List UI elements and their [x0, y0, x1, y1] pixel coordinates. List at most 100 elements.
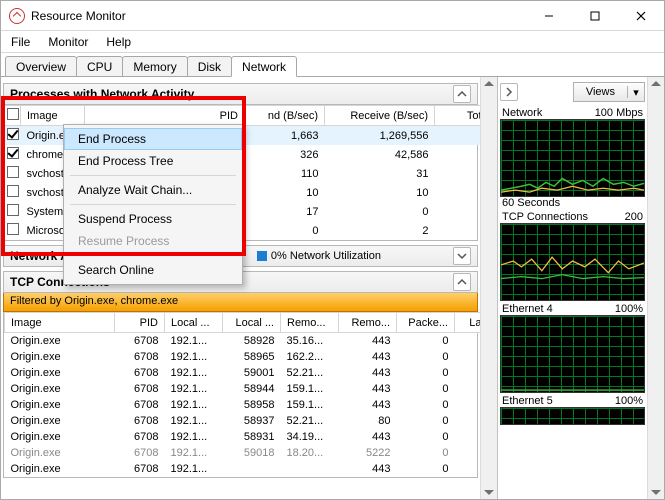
chevron-up-icon[interactable] — [453, 273, 471, 291]
graph-eth5: Ethernet 5100% — [500, 395, 645, 425]
scrollbar-right[interactable] — [647, 77, 664, 499]
col-image[interactable]: Image — [21, 106, 85, 126]
cell-remoteport: 443 — [339, 333, 397, 350]
cell-localaddr: 192.1... — [165, 413, 223, 429]
cell-remoteaddr: 18.20... — [281, 445, 339, 461]
row-checkbox[interactable] — [7, 185, 19, 197]
row-checkbox[interactable] — [7, 223, 19, 235]
cell-packetloss: 0 — [397, 461, 455, 477]
graph-tcp: TCP Connections200 — [500, 211, 645, 301]
cell-image: Origin.exe — [5, 413, 115, 429]
ctx-analyze-wait-chain[interactable]: Analyze Wait Chain... — [64, 179, 242, 201]
cell-latency: 115 — [455, 365, 481, 381]
cell-localport: 59001 — [223, 365, 281, 381]
tcp-col-image[interactable]: Image — [5, 313, 115, 333]
cell-total: 42,912 — [435, 145, 481, 164]
tab-cpu[interactable]: CPU — [76, 56, 123, 77]
cell-latency: 158 — [455, 333, 481, 350]
tcp-col-pid[interactable]: PID — [115, 313, 165, 333]
cell-image: Origin.exe — [5, 461, 115, 477]
cell-send: 1,663 — [245, 126, 325, 146]
col-pid[interactable]: PID — [85, 106, 245, 126]
table-row[interactable]: Origin.exe6708192.1...5893752.21...80011… — [5, 413, 481, 429]
cell-remoteport: 443 — [339, 397, 397, 413]
cell-pid: 6708 — [115, 429, 165, 445]
tcp-col-remoteaddr[interactable]: Remo... — [281, 313, 339, 333]
tcp-col-localport[interactable]: Local ... — [223, 313, 281, 333]
table-row[interactable]: Origin.exe6708192.1...4430110 — [5, 461, 481, 477]
scrollbar-left[interactable] — [480, 77, 497, 499]
table-row[interactable]: Origin.exe6708192.1...58958159.1...44301… — [5, 397, 481, 413]
chevron-right-icon[interactable] — [500, 83, 518, 101]
cell-latency: 140 — [455, 349, 481, 365]
cell-latency: 114 — [455, 381, 481, 397]
close-button[interactable] — [618, 1, 664, 31]
cell-localport: 58944 — [223, 381, 281, 397]
ctx-end-process[interactable]: End Process — [64, 128, 242, 150]
cell-remoteport: 443 — [339, 349, 397, 365]
minimize-button[interactable] — [526, 1, 572, 31]
cell-send: 10 — [245, 183, 325, 202]
cell-localport: 58965 — [223, 349, 281, 365]
col-checkbox[interactable] — [5, 106, 21, 126]
cell-pid: 6708 — [115, 461, 165, 477]
menu-file[interactable]: File — [9, 33, 32, 51]
cell-recv: 31 — [325, 164, 435, 183]
dropdown-icon: ▾ — [628, 86, 644, 99]
cell-remoteport: 443 — [339, 429, 397, 445]
cell-packetloss: 0 — [397, 333, 455, 350]
row-checkbox[interactable] — [7, 128, 19, 140]
right-pane: Views ▾ Network100 Mbps 60 Seconds TCP C… — [497, 77, 647, 499]
menu-help[interactable]: Help — [104, 33, 133, 51]
maximize-button[interactable] — [572, 1, 618, 31]
table-row[interactable]: Origin.exe6708192.1...58944159.1...44301… — [5, 381, 481, 397]
cell-image: Origin.exe — [5, 381, 115, 397]
chevron-up-icon[interactable] — [453, 85, 471, 103]
menu-monitor[interactable]: Monitor — [46, 33, 90, 51]
cell-remoteaddr — [281, 461, 339, 477]
cell-remoteport: 443 — [339, 461, 397, 477]
table-row[interactable]: Origin.exe6708192.1...5892835.16...44301… — [5, 333, 481, 350]
cell-recv: 1,269,556 — [325, 126, 435, 146]
table-row[interactable]: Origin.exe6708192.1...58965162.2...44301… — [5, 349, 481, 365]
table-row[interactable]: Origin.exe6708192.1...5900152.21...44301… — [5, 365, 481, 381]
tcp-table: Image PID Local ... Local ... Remo... Re… — [4, 312, 480, 477]
tcp-col-packetloss[interactable]: Packe... — [397, 313, 455, 333]
graph-right: 200 — [625, 211, 643, 223]
tab-overview[interactable]: Overview — [5, 56, 77, 77]
table-row[interactable]: Origin.exe6708192.1...5901818.20...52220… — [5, 445, 481, 461]
cell-localport: 58928 — [223, 333, 281, 350]
cell-image: Origin.exe — [5, 429, 115, 445]
views-button[interactable]: Views ▾ — [573, 82, 645, 102]
cell-total: 21 — [435, 183, 481, 202]
cell-pid: 6708 — [115, 365, 165, 381]
section-processes-header[interactable]: Processes with Network Activity — [3, 83, 478, 105]
tab-network[interactable]: Network — [231, 56, 297, 77]
cell-recv: 10 — [325, 183, 435, 202]
ctx-search-online[interactable]: Search Online — [64, 259, 242, 281]
col-recv[interactable]: Receive (B/sec) — [325, 106, 435, 126]
row-checkbox[interactable] — [7, 147, 19, 159]
tcp-col-remoteport[interactable]: Remo... — [339, 313, 397, 333]
tab-memory[interactable]: Memory — [122, 56, 187, 77]
row-checkbox[interactable] — [7, 204, 19, 216]
row-checkbox[interactable] — [7, 166, 19, 178]
cell-remoteaddr: 159.1... — [281, 381, 339, 397]
chevron-down-icon[interactable] — [453, 247, 471, 265]
cell-pid: 6708 — [115, 381, 165, 397]
col-send[interactable]: nd (B/sec) — [245, 106, 325, 126]
tabs-row: Overview CPU Memory Disk Network — [1, 53, 664, 77]
col-total[interactable]: Total (B/sec) — [435, 106, 481, 126]
tcp-col-localaddr[interactable]: Local ... — [165, 313, 223, 333]
cell-remoteport: 443 — [339, 365, 397, 381]
cell-packetloss: 0 — [397, 381, 455, 397]
ctx-end-process-tree[interactable]: End Process Tree — [64, 150, 242, 172]
cell-latency: 112 — [455, 445, 481, 461]
tab-disk[interactable]: Disk — [187, 56, 232, 77]
tcp-col-latency[interactable]: Laten... — [455, 313, 481, 333]
cell-remoteaddr: 52.21... — [281, 365, 339, 381]
table-row[interactable]: Origin.exe6708192.1...5893134.19...44301… — [5, 429, 481, 445]
ctx-suspend-process[interactable]: Suspend Process — [64, 208, 242, 230]
cell-pid: 6708 — [115, 445, 165, 461]
views-label: Views — [574, 86, 628, 98]
